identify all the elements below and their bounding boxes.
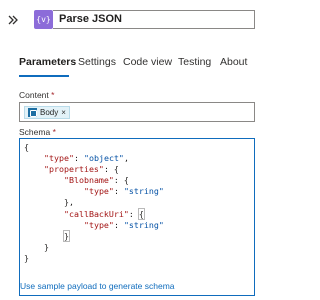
required-mark: * — [51, 90, 55, 100]
code-string: "string" — [123, 186, 164, 196]
tab-parameters[interactable]: Parameters — [19, 56, 76, 68]
code-line: { — [24, 142, 29, 152]
token-remove-icon[interactable]: × — [61, 108, 66, 117]
active-tab-indicator — [19, 75, 69, 77]
tab-bar: Parameters Settings Code view Testing Ab… — [0, 52, 255, 80]
schema-label: Schema * — [19, 127, 56, 137]
tab-code-view[interactable]: Code view — [123, 56, 172, 68]
action-header: {v} Parse JSON — [0, 0, 255, 42]
parse-json-icon: {v} — [34, 10, 53, 29]
schema-label-text: Schema — [19, 127, 51, 137]
tab-about[interactable]: About — [220, 56, 247, 68]
code-string: "string" — [123, 220, 164, 230]
trigger-token-icon — [28, 108, 37, 117]
code-key: "type" — [83, 220, 114, 230]
code-key: "Blobname" — [63, 175, 114, 185]
content-label-text: Content — [19, 90, 49, 100]
code-string: "object" — [83, 153, 124, 163]
code-key: "callBackUri" — [63, 209, 129, 219]
token-label: Body — [40, 108, 59, 117]
text-cursor — [143, 208, 145, 218]
code-key: "type" — [83, 186, 114, 196]
content-label: Content * — [19, 90, 54, 100]
code-key: "properties" — [43, 164, 104, 174]
required-mark: * — [52, 127, 56, 137]
action-title[interactable]: Parse JSON — [53, 10, 255, 29]
content-input[interactable]: Body × — [19, 102, 255, 122]
schema-editor[interactable]: { "type": "object", "properties": { "Blo… — [19, 138, 255, 296]
tab-testing[interactable]: Testing — [178, 56, 211, 68]
tab-settings[interactable]: Settings — [78, 56, 116, 68]
generate-schema-link[interactable]: Use sample payload to generate schema — [20, 281, 175, 291]
code-key: "type" — [43, 153, 74, 163]
schema-code[interactable]: { "type": "object", "properties": { "Blo… — [24, 142, 164, 264]
body-token[interactable]: Body × — [24, 106, 70, 119]
collapse-icon[interactable] — [6, 13, 20, 27]
